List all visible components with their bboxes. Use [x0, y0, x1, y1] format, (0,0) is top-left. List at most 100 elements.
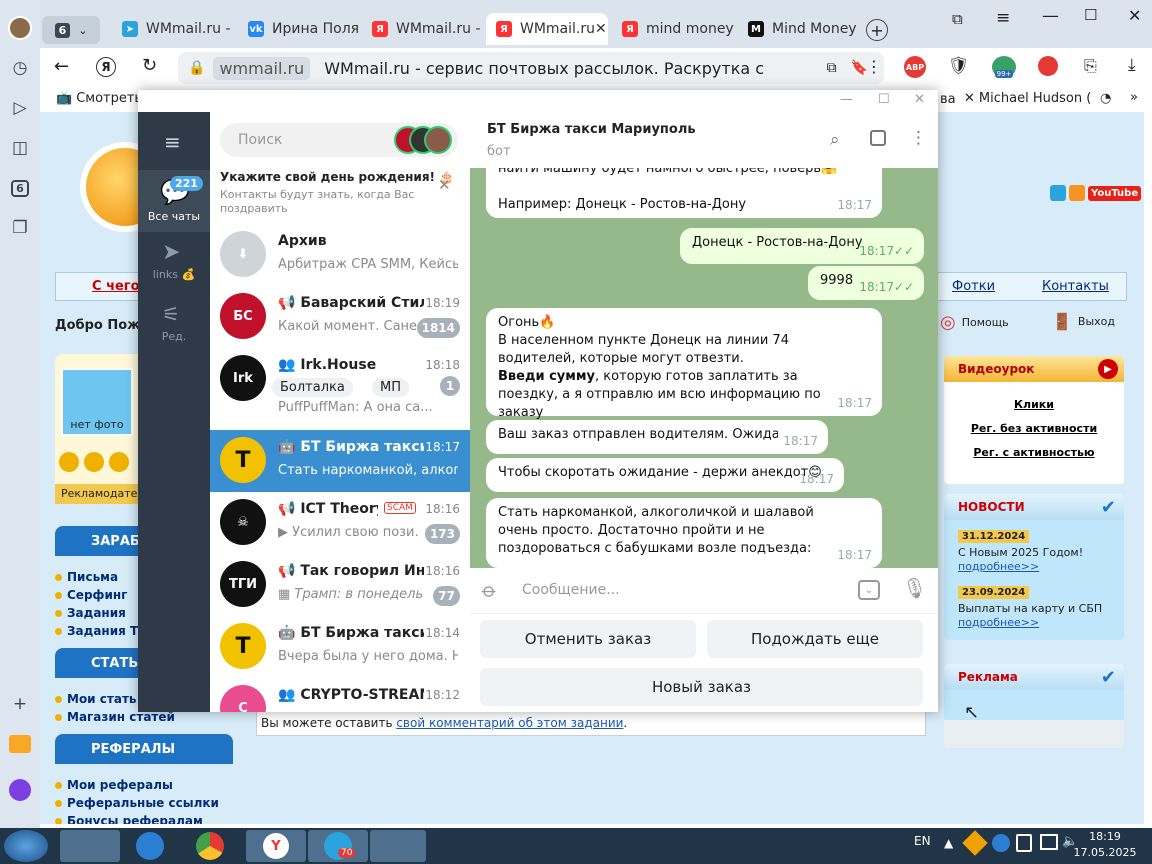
battery-icon[interactable] — [1016, 834, 1032, 852]
exit-link[interactable]: 🚪 Выход — [1052, 312, 1115, 331]
alice-icon[interactable] — [6, 776, 34, 804]
telegram-taskbar-icon[interactable]: 70 — [308, 830, 368, 862]
clock-bookmark-icon[interactable]: ◔ — [1100, 91, 1111, 106]
extension-icon[interactable]: 99+ — [992, 56, 1016, 78]
bookmark-partial[interactable]: ва — [940, 92, 956, 107]
explorer-taskbar-icon[interactable] — [60, 830, 120, 862]
chat-row[interactable]: C 👥 CRYPTO-STREAMI... 18:12 — [210, 678, 470, 712]
tray-app-icon[interactable] — [962, 830, 988, 856]
media-taskbar-icon[interactable] — [370, 830, 426, 862]
reload-icon[interactable]: ↻ — [142, 55, 157, 76]
help-link[interactable]: ◎ Помощь — [940, 312, 1009, 333]
back-icon[interactable]: ← — [54, 56, 69, 77]
language-indicator[interactable]: EN — [914, 834, 931, 848]
tray-arrow-icon[interactable]: ▲ — [944, 836, 953, 850]
more-icon[interactable]: ⋮ — [866, 57, 882, 76]
new-tab-button[interactable]: + — [866, 19, 888, 41]
search-input[interactable]: Поиск — [220, 123, 458, 157]
start-button[interactable] — [4, 830, 48, 862]
video-link-reg-activity[interactable]: Рег. с активностью — [944, 440, 1124, 464]
folder-all-chats[interactable]: 💬 221 Все чаты — [138, 170, 210, 232]
bookmark-watch[interactable]: 📺 Смотреть — [56, 91, 142, 106]
close-icon[interactable]: ✕ — [914, 92, 925, 107]
close-tab-icon[interactable]: ✕ — [595, 21, 607, 37]
news-more-link[interactable]: подробнее>> — [958, 560, 1039, 573]
adblock-icon[interactable]: ABP — [904, 56, 926, 78]
profile-avatar[interactable] — [6, 14, 34, 42]
birthday-banner[interactable]: Укажите свой день рождения! 🎂 Контакты б… — [210, 164, 470, 220]
clock[interactable]: 18:19 17.05.2025 — [1070, 829, 1140, 861]
play-icon[interactable]: ▶ — [1098, 359, 1118, 379]
bookmark-michael-hudson[interactable]: ✕ Michael Hudson ( — [964, 91, 1091, 106]
folder-edit[interactable]: ⚟ Ред. — [138, 298, 210, 354]
archive-row[interactable]: ⬇ Архив Арбитраж CPA SMM, Кейсы ... — [210, 224, 470, 286]
tab-6[interactable]: M Mind Money — [738, 13, 860, 45]
history-icon[interactable]: ◷ — [6, 54, 34, 82]
menu-contacts[interactable]: Контакты — [1042, 279, 1109, 294]
folder-links[interactable]: ➤ links 💰 — [138, 236, 210, 292]
chat-header[interactable]: БТ Биржа такси Мариуполь бот ⌕ ⋮ — [470, 112, 938, 168]
telegram-icon[interactable] — [1050, 185, 1066, 201]
add-icon[interactable]: + — [6, 690, 34, 718]
bookmarks-panel-icon[interactable]: ⧉ — [952, 10, 963, 28]
cancel-order-button[interactable]: Отменить заказ — [480, 620, 696, 658]
url-bar[interactable]: 🔒 wmmail.ru WMmail.ru - сервис почтовых … — [178, 52, 884, 84]
maximize-icon[interactable]: ☐ — [1084, 6, 1097, 24]
chat-row[interactable]: ТГИ 📢 Так говорил Инве... 18:16 ▦ Трамп:… — [210, 554, 470, 616]
ie-taskbar-icon[interactable] — [136, 832, 164, 860]
no-photo-avatar[interactable]: нет фото — [61, 368, 133, 436]
tab-3[interactable]: Я WMmail.ru - с — [362, 13, 482, 45]
chrome-taskbar-icon[interactable] — [196, 832, 224, 860]
more-bookmarks-icon[interactable]: » — [1130, 90, 1138, 105]
microphone-icon[interactable]: 🎙 — [902, 576, 927, 600]
more-icon[interactable]: ⋮ — [910, 128, 927, 148]
video-link-clicks[interactable]: Клики — [944, 392, 1124, 416]
sidebar-toggle-icon[interactable] — [870, 130, 886, 146]
tab-groups-button[interactable]: 6 ⌄ — [42, 16, 100, 44]
menu-my-referrals[interactable]: Мои рефералы — [55, 776, 233, 794]
maximize-icon[interactable]: ☐ — [878, 92, 890, 107]
camera-icon[interactable]: ◫ — [6, 134, 34, 162]
yandex-taskbar-icon[interactable]: Y — [246, 830, 306, 862]
menu-referral-links[interactable]: Реферальные ссылки — [55, 794, 233, 812]
news-more-link[interactable]: подробнее>> — [958, 616, 1039, 629]
search-icon[interactable]: ⌕ — [830, 130, 840, 150]
tray-app-icon[interactable] — [992, 834, 1010, 852]
close-banner-icon[interactable]: ✕ — [438, 176, 451, 194]
play-icon[interactable]: ▷ — [6, 94, 34, 122]
chat-row[interactable]: Irk 👥 Irk.House 18:18 Болталка МП 1 Puff… — [210, 348, 470, 418]
mail-icon[interactable] — [6, 730, 34, 758]
referrals-header[interactable]: РЕФЕРАЛЫ — [55, 734, 233, 764]
chat-row[interactable]: T 🤖 БТ Биржа такси А... 18:14 Вчера была… — [210, 616, 470, 678]
video-link-reg-no-activity[interactable]: Рег. без активности — [944, 416, 1124, 440]
new-order-button[interactable]: Новый заказ — [480, 668, 923, 706]
tab-2[interactable]: vk Ирина Поляк — [238, 13, 358, 45]
stories-avatars[interactable] — [394, 126, 452, 154]
wait-more-button[interactable]: Подождать еще — [707, 620, 923, 658]
comment-link[interactable]: свой комментарий об этом задании — [396, 716, 623, 730]
tab-1[interactable]: ➤ WMmail.ru - с — [112, 13, 232, 45]
download-icon[interactable]: ⤓ — [1128, 55, 1136, 75]
ok-icon[interactable] — [1069, 185, 1085, 201]
advertiser-label[interactable]: Рекламодатель — [55, 484, 145, 504]
tab-4-active[interactable]: Я WMmail.ru ✕ — [486, 13, 608, 45]
tab-5[interactable]: Яmind money — [612, 13, 734, 45]
chat-row-selected[interactable]: T 🤖 БТ Биржа такси ... 18:17 Стать нарко… — [210, 430, 470, 492]
minimize-icon[interactable]: — — [1042, 6, 1059, 26]
attach-icon[interactable]: ⌀ — [477, 577, 502, 602]
hamburger-menu-icon[interactable]: ≡ — [164, 130, 181, 154]
chat-row[interactable]: БС 📢 Баварский Стиль... 18:19 Какой моме… — [210, 286, 470, 348]
save-extension-icon[interactable] — [1038, 56, 1058, 76]
youtube-icon[interactable]: YouTube — [1088, 185, 1142, 201]
collections-icon[interactable]: ❐ — [6, 214, 34, 242]
yandex-logo-icon[interactable]: Я — [96, 57, 116, 77]
chat-row[interactable]: ☠ 📢 ICT Theory [T... SCAM 18:16 ▶ Усилил… — [210, 492, 470, 554]
menu-photos[interactable]: Фотки — [952, 279, 995, 294]
bot-keyboard-icon[interactable]: ⌄ — [858, 580, 880, 600]
collections-toolbar-icon[interactable]: ⎘ — [1084, 56, 1097, 76]
menu-referral-bonus[interactable]: Бонусы рефералам — [55, 812, 233, 824]
close-window-icon[interactable]: ✕ — [1128, 6, 1141, 25]
translate-icon[interactable]: ⧉ — [827, 60, 837, 76]
minimize-icon[interactable]: — — [840, 92, 853, 107]
shield-icon[interactable]: 🛡 — [948, 56, 970, 76]
